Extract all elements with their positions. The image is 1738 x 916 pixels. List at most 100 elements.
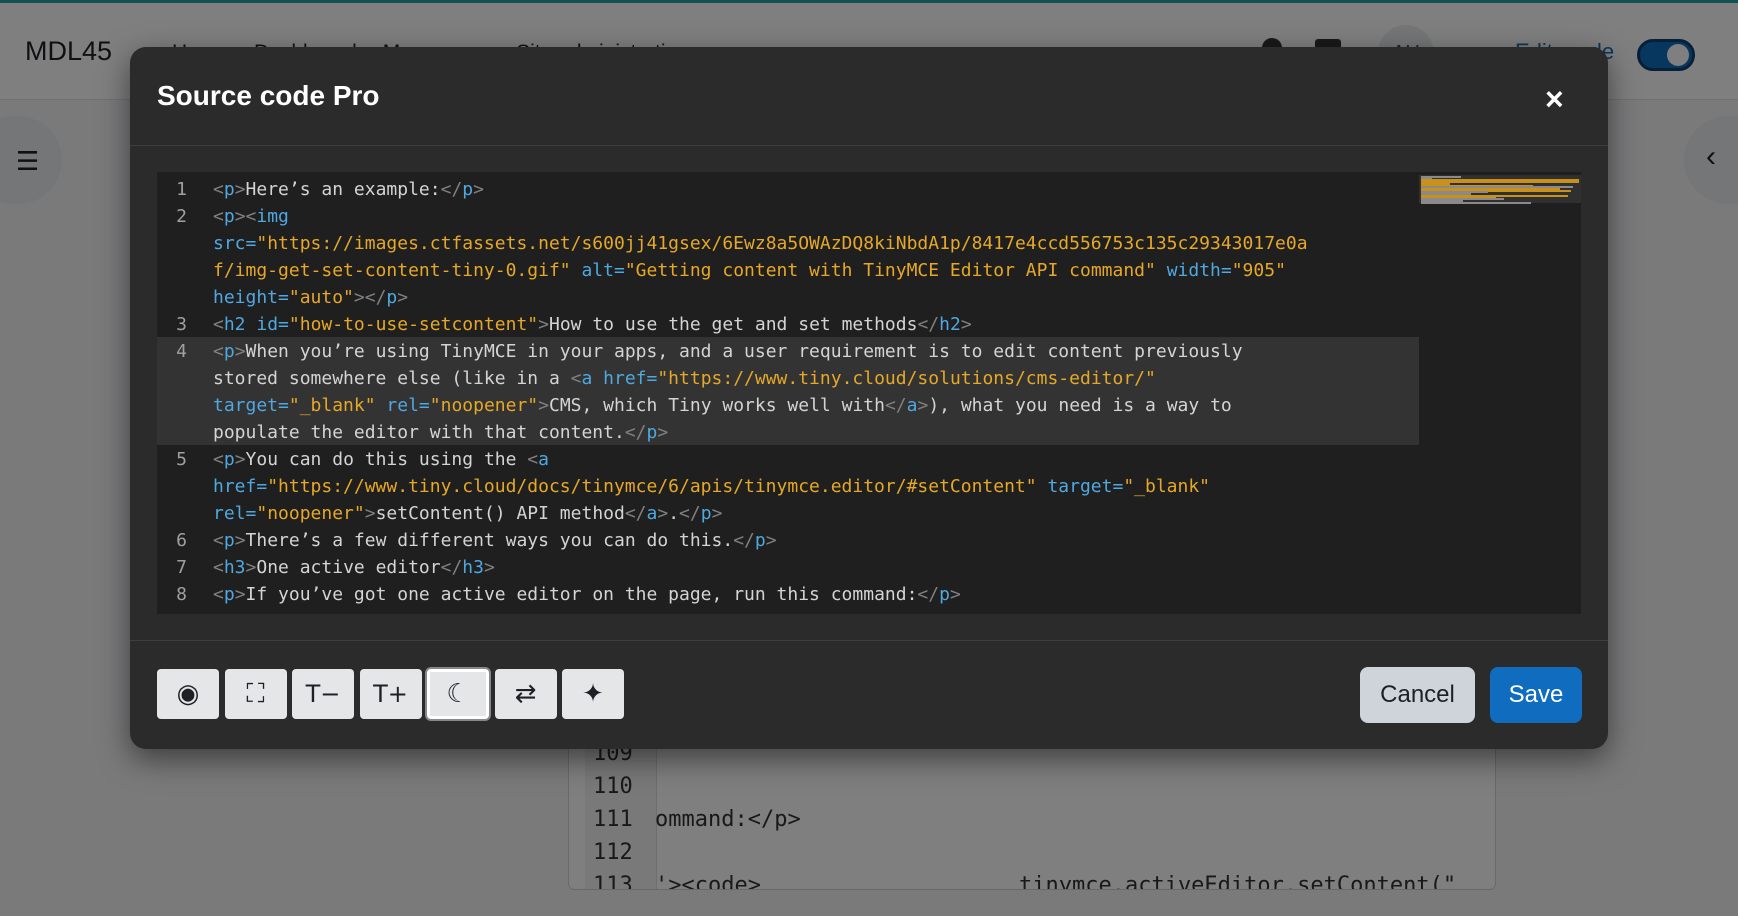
code-token: </ [733, 530, 755, 551]
code-line[interactable]: <p>When you’re using TinyMCE in your app… [213, 338, 1243, 365]
line-number: 1 [176, 179, 187, 200]
code-line[interactable]: <p><img [213, 203, 289, 230]
code-token: </ [679, 503, 701, 524]
code-minimap[interactable] [1419, 175, 1581, 204]
code-token: a [646, 503, 658, 524]
swap-button[interactable]: ⇄ [494, 669, 557, 719]
code-token: < [213, 557, 224, 578]
code-line[interactable]: rel="noopener">setContent() API method</… [213, 500, 722, 527]
code-token: h3 [462, 557, 484, 578]
minimap-line [1421, 201, 1532, 204]
swap-arrows-icon: ⇄ [514, 679, 537, 709]
code-token: </ [440, 557, 463, 578]
code-line[interactable]: <p>Here’s an example:</p> [213, 176, 484, 203]
code-token: "https://www.tiny.cloud/docs/tinymce/6/a… [267, 476, 1037, 497]
code-token: > [657, 503, 669, 524]
code-token: CMS, which Tiny works well with [548, 395, 885, 416]
code-token: </ [917, 314, 940, 335]
code-token: p [223, 530, 235, 551]
code-token: > [364, 503, 376, 524]
code-line[interactable]: height="auto"></p> [213, 284, 408, 311]
code-token: > [960, 314, 972, 335]
code-token: width= [1166, 260, 1232, 281]
code-token: alt= [581, 260, 625, 281]
code-token: > [949, 584, 961, 605]
code-token: p [754, 530, 766, 551]
fullscreen-button[interactable]: ⛶ [224, 669, 287, 719]
code-token: target= [213, 395, 289, 416]
code-token: < [570, 368, 582, 389]
code-token: > [397, 287, 409, 308]
code-token: < [213, 314, 224, 335]
cancel-button[interactable]: Cancel [1360, 667, 1475, 723]
code-token: h2 [939, 314, 961, 335]
code-token: "Getting content with TinyMCE Editor API… [624, 260, 1156, 281]
code-line[interactable]: href="https://www.tiny.cloud/docs/tinymc… [213, 473, 1210, 500]
code-line[interactable]: <h3>One active editor</h3> [213, 554, 495, 581]
code-token: > [657, 422, 669, 443]
code-token: One active editor [256, 557, 441, 578]
code-token: "_blank" [1123, 476, 1211, 497]
code-token: </ [884, 395, 907, 416]
code-token: < [213, 341, 224, 362]
code-token: < [213, 584, 224, 605]
code-line[interactable]: populate the editor with that content.</… [213, 419, 668, 446]
code-line[interactable]: stored somewhere else (like in a <a href… [213, 365, 1156, 392]
line-number-gutter: 1 2 3 4 5 6 7 8 [157, 172, 207, 614]
magic-wand-icon: ✦ [582, 679, 604, 709]
code-token: > [765, 530, 777, 551]
code-token: </ [917, 584, 940, 605]
dark-mode-button[interactable]: ☾ [427, 669, 489, 719]
code-token: a [906, 395, 918, 416]
code-token: p [223, 179, 235, 200]
code-token: "noopener" [256, 503, 365, 524]
code-token: </ [440, 179, 463, 200]
code-token: > [538, 395, 549, 416]
code-token: stored somewhere else (like in a [213, 368, 571, 389]
source-code-dialog: Source code Pro × 12345678 <p>Here’s an … [130, 47, 1608, 749]
increase-font-button[interactable]: T+ [359, 669, 422, 719]
decrease-font-button[interactable]: T− [292, 669, 354, 719]
code-token: p [462, 179, 474, 200]
code-token: > [711, 503, 723, 524]
code-line[interactable]: <p>There’s a few different ways you can … [213, 527, 777, 554]
code-token: href= [603, 368, 658, 389]
code-line[interactable]: <p>If you’ve got one active editor on th… [213, 581, 961, 608]
code-line[interactable]: target="_blank" rel="noopener">CMS, whic… [213, 392, 1232, 419]
code-token: "auto" [288, 287, 354, 308]
format-button[interactable]: ✦ [562, 669, 624, 719]
code-token: "https://images.ctfassets.net/s600jj41gs… [256, 233, 1308, 254]
text-decrease-icon: T− [305, 680, 341, 708]
code-token: > [234, 530, 246, 551]
code-token: > [234, 341, 246, 362]
code-token: > [483, 557, 495, 578]
code-token: Here’s an example: [245, 179, 441, 200]
code-token: </ [624, 422, 647, 443]
save-button[interactable]: Save [1490, 667, 1582, 723]
code-token: ), what you need is a way to [928, 395, 1232, 416]
code-line[interactable]: f/img-get-set-content-tiny-0.gif" alt="G… [213, 257, 1286, 284]
code-token: src= [213, 233, 257, 254]
close-icon[interactable]: × [1545, 81, 1564, 118]
code-token: h2 [223, 314, 246, 335]
dialog-title: Source code Pro [157, 80, 380, 111]
code-token: How to use the get and set methods [548, 314, 918, 335]
preview-button[interactable]: ◉ [157, 669, 219, 719]
code-token: > [234, 584, 246, 605]
code-line[interactable]: <p>You can do this using the <a [213, 446, 549, 473]
code-token: p [646, 422, 658, 443]
code-token: "_blank" [288, 395, 376, 416]
code-token: a [538, 449, 549, 470]
code-editor[interactable]: 12345678 <p>Here’s an example:</p> <p><im… [157, 172, 1581, 614]
code-line[interactable]: src="https://images.ctfassets.net/s600jj… [213, 230, 1308, 257]
code-token: </ [624, 503, 647, 524]
code-token: "noopener" [429, 395, 539, 416]
code-line[interactable]: <h2 id="how-to-use-setcontent">How to us… [213, 311, 972, 338]
line-number: 4 [176, 341, 187, 362]
code-token: id= [256, 314, 289, 335]
code-token: When you’re using TinyMCE in your apps, … [245, 341, 1243, 362]
code-token: > [473, 179, 484, 200]
